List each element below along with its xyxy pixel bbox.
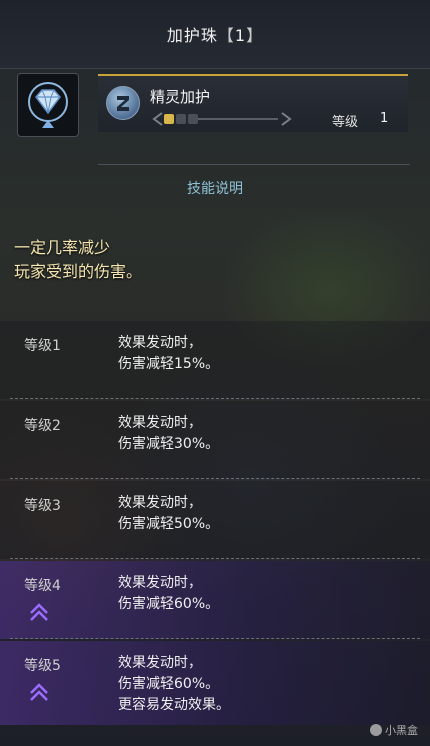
- description-line: 一定几率减少: [14, 238, 111, 257]
- title-bar: 加护珠【1】: [0, 0, 430, 69]
- description-line: 玩家受到的伤害。: [14, 262, 143, 281]
- dashed-divider: [10, 478, 420, 479]
- effect-line: 效果发动时，: [118, 495, 202, 511]
- level-effect: 效果发动时， 伤害减轻60%。: [118, 573, 219, 615]
- level-label: 等级2: [24, 418, 61, 434]
- level-row-1: 等级1 效果发动时， 伤害减轻15%。: [0, 321, 430, 399]
- level-label: 等级5: [24, 658, 61, 674]
- divider: [98, 164, 410, 165]
- title-bracket-value: 1: [234, 26, 247, 45]
- page-title: 加护珠【1】: [0, 22, 430, 46]
- decoration-icon-frame: [17, 73, 79, 137]
- level-pip: [188, 114, 198, 124]
- effect-line: 效果发动时，: [118, 415, 202, 431]
- level-effect: 效果发动时， 伤害减轻30%。: [118, 413, 219, 455]
- level-row-2: 等级2 效果发动时， 伤害减轻30%。: [0, 401, 430, 479]
- skill-description: 一定几率减少 玩家受到的伤害。: [14, 236, 142, 284]
- effect-line: 伤害减轻60%。: [118, 596, 220, 612]
- skill-name: 精灵加护: [150, 88, 211, 106]
- level-row-5: 等级5 效果发动时， 伤害减轻60%。 更容易发动效果。: [0, 641, 430, 725]
- level-label: 等级3: [24, 498, 61, 514]
- title-bracket-close: 】: [246, 26, 264, 45]
- skill-level-row: 等级 1: [150, 111, 398, 130]
- double-chevron-up-icon: [30, 603, 48, 621]
- effect-line: 效果发动时，: [118, 335, 202, 351]
- level-pip: [164, 114, 174, 124]
- watermark-logo-icon: [370, 724, 382, 736]
- effect-line: 效果发动时，: [118, 575, 202, 591]
- title-bracket-open: 【: [217, 26, 235, 45]
- level-effect: 效果发动时， 伤害减轻50%。: [118, 493, 219, 535]
- dashed-divider: [10, 398, 420, 399]
- effect-line: 伤害减轻30%。: [118, 436, 220, 452]
- description-header: 技能说明: [187, 181, 243, 197]
- dashed-divider: [10, 638, 420, 639]
- effect-line: 伤害减轻60%。: [118, 676, 220, 692]
- skill-level-label: 等级: [332, 115, 359, 130]
- level-track: [198, 118, 278, 120]
- level-label: 等级4: [24, 578, 61, 594]
- shield-skill-icon: [106, 86, 140, 120]
- watermark-text: 小黑盒: [385, 724, 418, 737]
- level-row-4: 等级4 效果发动时， 伤害减轻60%。: [0, 561, 430, 639]
- effect-line: 伤害减轻50%。: [118, 516, 220, 532]
- level-row-3: 等级3 效果发动时， 伤害减轻50%。: [0, 481, 430, 559]
- dashed-divider: [10, 558, 420, 559]
- watermark: 小黑盒: [370, 722, 418, 738]
- title-text: 加护珠: [166, 26, 218, 45]
- level-effect: 效果发动时， 伤害减轻15%。: [118, 333, 219, 375]
- skill-panel: 精灵加护 等级 1: [98, 74, 408, 132]
- double-chevron-up-icon: [30, 683, 48, 701]
- level-label: 等级1: [24, 338, 61, 354]
- skill-level-value: 1: [380, 111, 389, 126]
- level-arrow-right-icon: [281, 112, 292, 126]
- effect-line: 伤害减轻15%。: [118, 356, 220, 372]
- level-pip: [176, 114, 186, 124]
- level-effect: 效果发动时， 伤害减轻60%。 更容易发动效果。: [118, 653, 230, 716]
- level-arrow-left-icon: [152, 112, 163, 126]
- effect-line: 效果发动时，: [118, 655, 202, 671]
- diamond-gem-icon: [28, 82, 68, 128]
- effect-line: 更容易发动效果。: [118, 697, 230, 713]
